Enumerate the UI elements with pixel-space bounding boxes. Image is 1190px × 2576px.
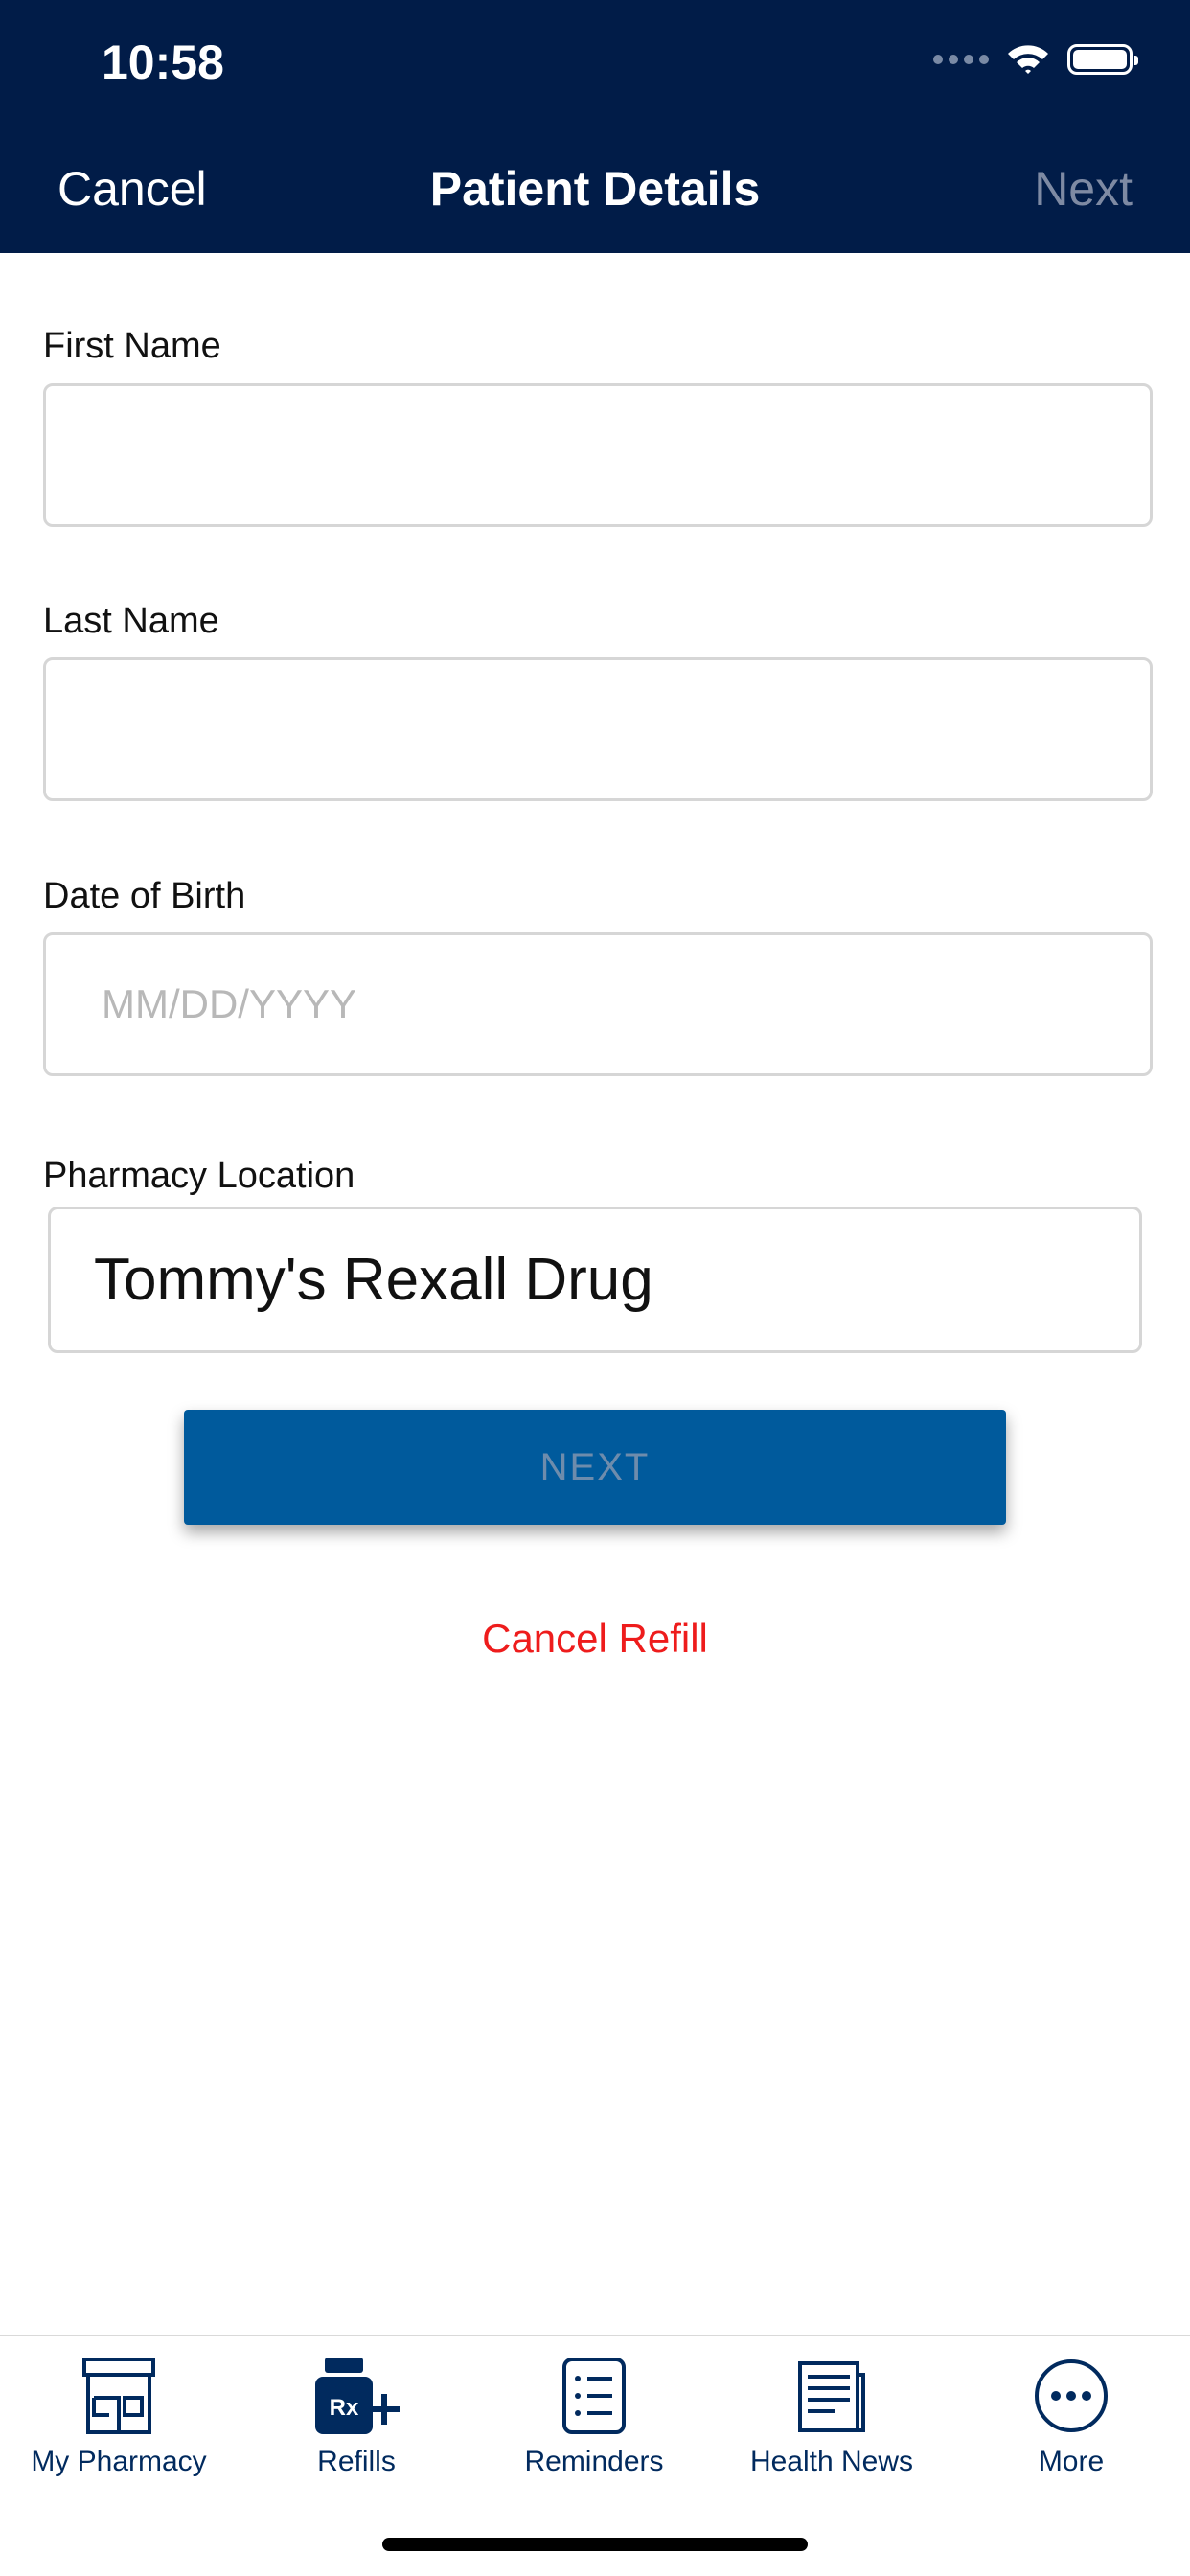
battery-icon (1067, 44, 1138, 75)
newspaper-icon (798, 2361, 865, 2432)
date-of-birth-field[interactable] (43, 932, 1153, 1076)
cellular-signal-icon (933, 55, 989, 64)
wifi-icon (1008, 45, 1048, 74)
tab-label-refills: Refills (317, 2446, 396, 2477)
cancel-refill-link[interactable]: Cancel Refill (482, 1616, 708, 1661)
last-name-field[interactable] (43, 657, 1153, 801)
next-nav-button[interactable]: Next (1034, 161, 1133, 217)
pharmacy-location-field[interactable]: Tommy's Rexall Drug (48, 1207, 1142, 1353)
first-name-field[interactable] (43, 383, 1153, 527)
rx-plus-icon: Rx (315, 2358, 400, 2434)
header-bar: 10:58 Cancel Patient Details Next (0, 0, 1190, 253)
status-time: 10:58 (102, 35, 224, 89)
tab-label-more: More (1038, 2446, 1105, 2477)
tab-reminders[interactable]: Reminders (475, 2356, 713, 2478)
tab-label-health-news: Health News (749, 2446, 914, 2477)
tab-label-reminders: Reminders (524, 2446, 664, 2477)
pharmacy-location-label: Pharmacy Location (43, 1156, 355, 1196)
status-icons (933, 42, 1138, 77)
svg-text:Rx: Rx (330, 2395, 359, 2421)
cancel-refill-row: Cancel Refill (0, 1616, 1190, 1662)
pharmacy-location-value: Tommy's Rexall Drug (94, 1247, 653, 1313)
cancel-button[interactable]: Cancel (57, 161, 207, 217)
checklist-icon (562, 2358, 626, 2434)
home-indicator (382, 2538, 808, 2551)
tab-my-pharmacy[interactable]: My Pharmacy (0, 2356, 238, 2478)
last-name-label: Last Name (43, 601, 219, 641)
first-name-label: First Name (43, 326, 221, 366)
tab-refills[interactable]: Rx Refills (238, 2356, 475, 2478)
tab-label-my-pharmacy: My Pharmacy (31, 2446, 207, 2477)
tab-health-news[interactable]: Health News (713, 2356, 950, 2478)
more-dots-icon (1035, 2359, 1108, 2432)
next-button[interactable]: NEXT (184, 1410, 1006, 1525)
tab-more[interactable]: More (952, 2356, 1190, 2478)
date-of-birth-label: Date of Birth (43, 876, 246, 916)
storefront-icon (82, 2358, 155, 2434)
